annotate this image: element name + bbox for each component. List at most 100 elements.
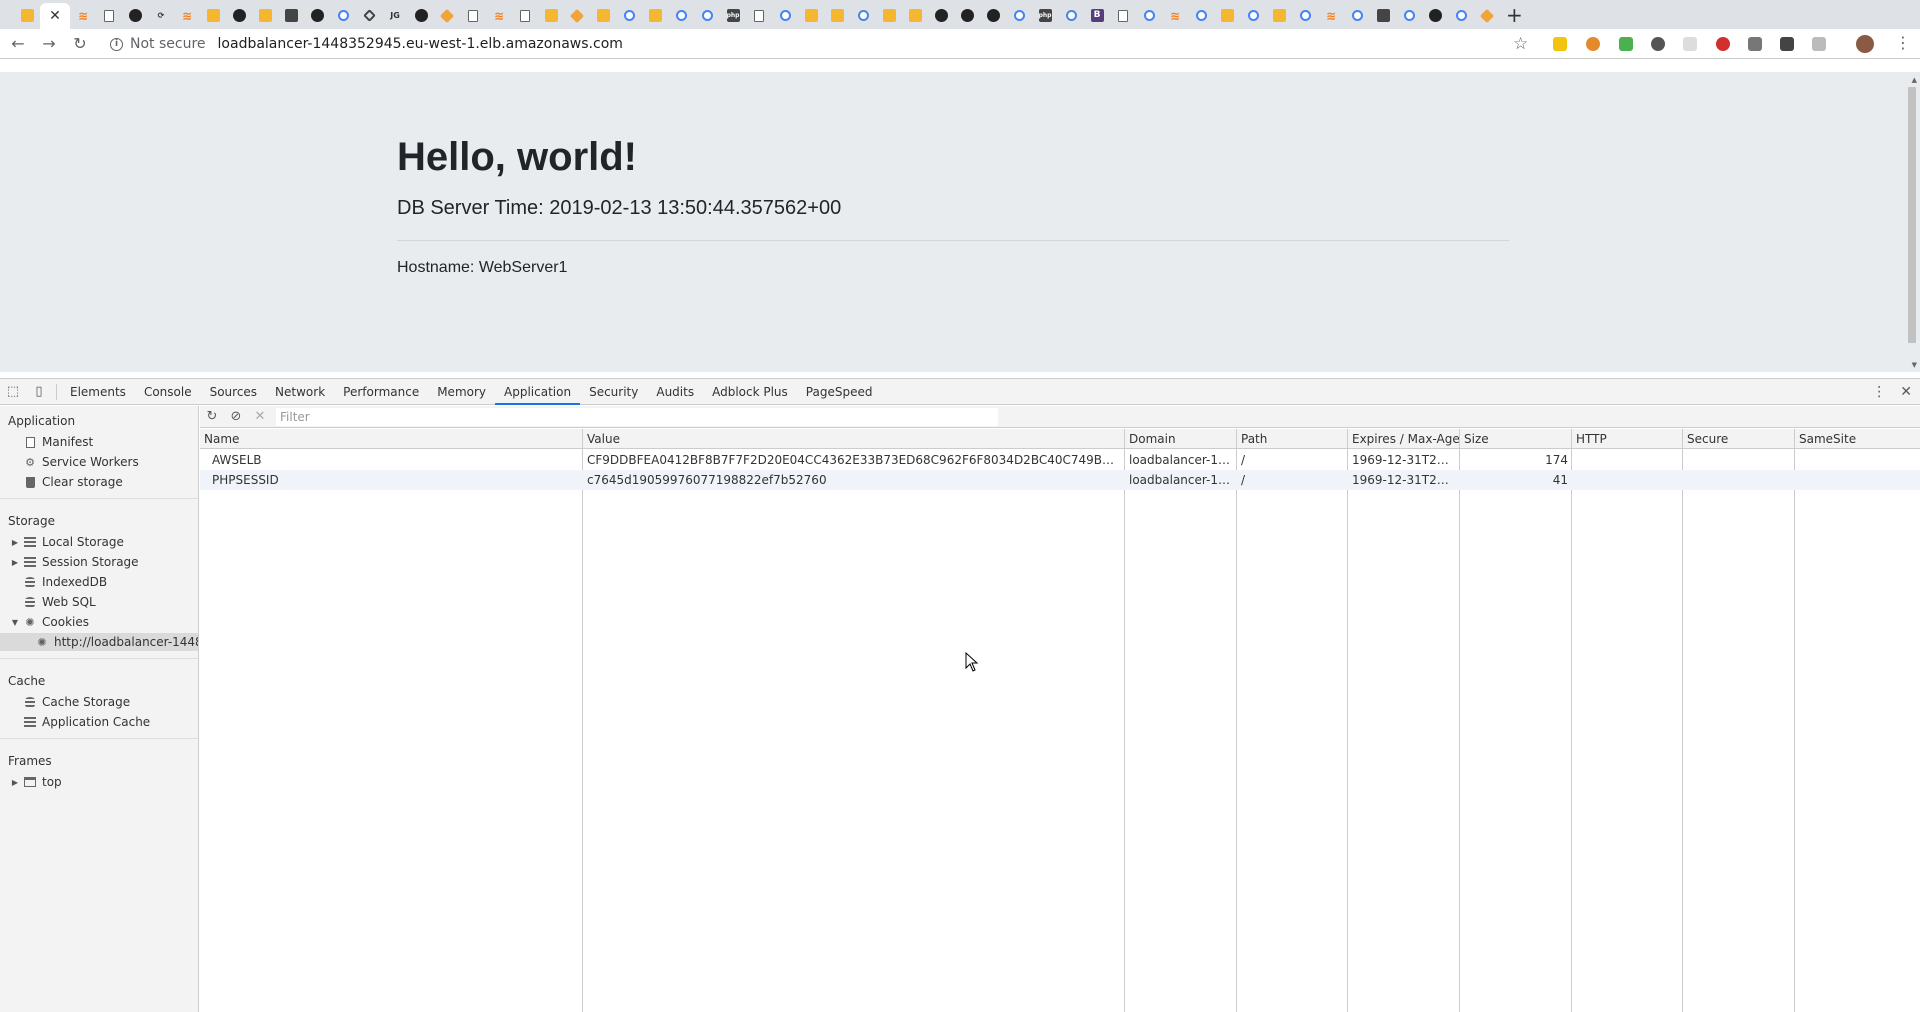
tab[interactable]	[824, 3, 850, 29]
tab[interactable]: ≋	[1318, 3, 1344, 29]
cell-secure[interactable]	[1683, 470, 1795, 490]
cell-size[interactable]: 174	[1460, 450, 1572, 470]
url-text[interactable]: loadbalancer-1448352945.eu-west-1.elb.am…	[218, 36, 623, 52]
cell-expires[interactable]: 1969-12-31T23:5...	[1348, 450, 1460, 470]
sidebar-item-frame-top[interactable]: ▶ top	[0, 773, 198, 791]
tab[interactable]: php	[720, 3, 746, 29]
menu-icon[interactable]: ⋮	[1895, 33, 1911, 52]
scrollbar-thumb[interactable]	[1908, 87, 1916, 343]
tab-active[interactable]: ✕	[40, 2, 70, 29]
tab-security[interactable]: Security	[580, 379, 647, 405]
tab[interactable]	[772, 3, 798, 29]
tab[interactable]	[850, 3, 876, 29]
table-row[interactable]: PHPSESSID c7645d19059976077198822ef7b527…	[200, 470, 1920, 490]
device-toolbar-icon[interactable]: ▯	[26, 379, 52, 405]
cell-name[interactable]: PHPSESSID	[208, 470, 583, 490]
tab[interactable]	[902, 3, 928, 29]
cell-path[interactable]: /	[1237, 450, 1348, 470]
tab[interactable]: php	[1032, 3, 1058, 29]
tab[interactable]	[252, 3, 278, 29]
tab[interactable]: B	[1084, 3, 1110, 29]
expand-arrow-icon[interactable]: ▶	[10, 778, 20, 787]
tab[interactable]: JG	[382, 3, 408, 29]
sidebar-item-cookie-origin[interactable]: ✺ http://loadbalancer-1448352945.eu-west…	[0, 633, 198, 651]
sidebar-item-service-workers[interactable]: ⚙ Service Workers	[0, 453, 198, 471]
column-header-name[interactable]: Name	[200, 429, 583, 449]
tab[interactable]	[1370, 3, 1396, 29]
tab[interactable]	[1344, 3, 1370, 29]
column-header-samesite[interactable]: SameSite	[1795, 429, 1920, 449]
cell-value[interactable]: c7645d19059976077198822ef7b52760	[583, 470, 1125, 490]
sidebar-item-application-cache[interactable]: Application Cache	[0, 713, 198, 731]
tab[interactable]	[1292, 3, 1318, 29]
extension-icon[interactable]	[1553, 37, 1567, 51]
collapse-arrow-icon[interactable]: ▼	[10, 618, 20, 627]
tab[interactable]	[668, 3, 694, 29]
tab[interactable]	[434, 3, 460, 29]
refresh-icon[interactable]: ↻	[200, 406, 224, 428]
tab[interactable]	[616, 3, 642, 29]
tab-application[interactable]: Application	[495, 379, 581, 405]
column-header-domain[interactable]: Domain	[1125, 429, 1237, 449]
tab-performance[interactable]: Performance	[334, 379, 428, 405]
sidebar-item-local-storage[interactable]: ▶ Local Storage	[0, 533, 198, 551]
tab[interactable]	[122, 3, 148, 29]
extension-icon[interactable]	[1619, 37, 1633, 51]
tab[interactable]	[538, 3, 564, 29]
scroll-down-arrow[interactable]: ▼	[1912, 361, 1917, 369]
tab[interactable]	[564, 3, 590, 29]
security-label[interactable]: Not secure	[130, 36, 206, 52]
tab-sources[interactable]: Sources	[201, 379, 266, 405]
cell-samesite[interactable]	[1795, 470, 1920, 490]
cell-value[interactable]: CF9DDBFEA0412BF8B7F7F2D20E04CC4362E33B73…	[583, 450, 1125, 470]
tab-elements[interactable]: Elements	[61, 379, 135, 405]
shield-icon[interactable]	[1812, 37, 1826, 51]
tab[interactable]	[1422, 3, 1448, 29]
tab[interactable]	[278, 3, 304, 29]
tab[interactable]	[746, 3, 772, 29]
tab[interactable]	[356, 3, 382, 29]
tab[interactable]: ≋	[70, 3, 96, 29]
close-icon[interactable]: ✕	[49, 9, 62, 23]
cell-http[interactable]	[1572, 470, 1683, 490]
cell-size[interactable]: 41	[1460, 470, 1572, 490]
avatar[interactable]	[1856, 35, 1874, 53]
bookmark-star-icon[interactable]: ☆	[1513, 34, 1528, 54]
dark-mode-icon[interactable]	[1651, 37, 1665, 51]
tab-memory[interactable]: Memory	[428, 379, 495, 405]
tab[interactable]	[1188, 3, 1214, 29]
expand-arrow-icon[interactable]: ▶	[10, 558, 20, 567]
column-header-http[interactable]: HTTP	[1572, 429, 1683, 449]
tab[interactable]	[1006, 3, 1032, 29]
adblock-icon[interactable]	[1716, 37, 1730, 51]
cell-domain[interactable]: loadbalancer-144...	[1125, 450, 1237, 470]
sidebar-item-session-storage[interactable]: ▶ Session Storage	[0, 553, 198, 571]
close-devtools-icon[interactable]: ✕	[1900, 384, 1912, 400]
sidebar-item-cache-storage[interactable]: Cache Storage	[0, 693, 198, 711]
tab[interactable]	[1474, 3, 1500, 29]
tab[interactable]	[304, 3, 330, 29]
cell-expires[interactable]: 1969-12-31T23:5...	[1348, 470, 1460, 490]
tab-console[interactable]: Console	[135, 379, 201, 405]
cell-http[interactable]	[1572, 450, 1683, 470]
tab[interactable]	[1396, 3, 1422, 29]
sidebar-item-clear-storage[interactable]: Clear storage	[0, 473, 198, 491]
tab[interactable]	[980, 3, 1006, 29]
tab[interactable]	[798, 3, 824, 29]
reload-button[interactable]: ↻	[67, 31, 93, 57]
rss-icon[interactable]	[1780, 37, 1794, 51]
column-header-path[interactable]: Path	[1237, 429, 1348, 449]
tab[interactable]: ≋	[174, 3, 200, 29]
cell-name[interactable]: AWSELB	[208, 450, 583, 470]
tab[interactable]	[590, 3, 616, 29]
tab[interactable]	[1240, 3, 1266, 29]
tab[interactable]	[876, 3, 902, 29]
table-row[interactable]: AWSELB CF9DDBFEA0412BF8B7F7F2D20E04CC436…	[200, 450, 1920, 470]
tab[interactable]: ≋	[1162, 3, 1188, 29]
sidebar-item-cookies[interactable]: ▼ ✺ Cookies	[0, 613, 198, 631]
column-header-value[interactable]: Value	[583, 429, 1125, 449]
delete-selected-icon[interactable]: ✕	[248, 406, 272, 428]
sidebar-item-web-sql[interactable]: Web SQL	[0, 593, 198, 611]
expand-arrow-icon[interactable]: ▶	[10, 538, 20, 547]
column-header-size[interactable]: Size	[1460, 429, 1572, 449]
